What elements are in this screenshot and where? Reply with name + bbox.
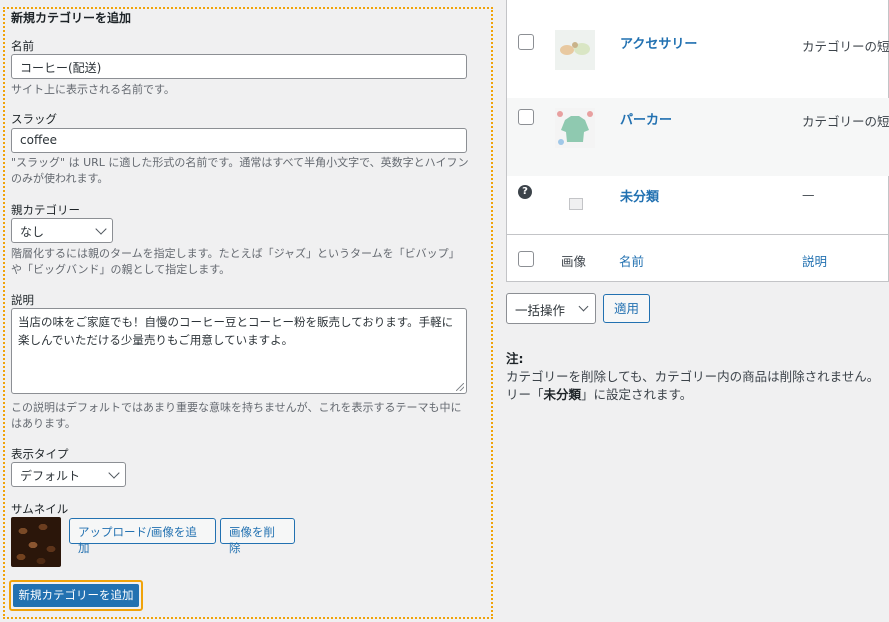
accessory-thumbnail [555,30,595,70]
parent-select-value: なし [20,225,45,239]
help-icon[interactable]: ? [518,185,532,199]
form-heading: 新規カテゴリーを追加 [11,11,132,25]
category-name-link[interactable]: 未分類 [620,186,659,205]
select-all-checkbox[interactable] [518,251,534,267]
category-description: カテゴリーの短 [802,114,889,129]
category-name-link[interactable]: パーカー [620,109,672,128]
display-type-value: デフォルト [20,469,81,483]
hoodie-thumbnail [555,108,595,148]
parent-select[interactable]: なし [11,218,113,243]
parent-label: 親カテゴリー [11,203,80,217]
name-input[interactable]: コーヒー(配送) [11,54,467,79]
table-row: パーカー カテゴリーの短 [507,98,889,176]
description-text: 当店の味をご家庭でも！自慢のコーヒー豆とコーヒー粉を販売しております。手軽に楽し… [18,315,454,347]
name-help: サイト上に表示される名前です。 [11,83,175,96]
display-type-label: 表示タイプ [11,447,69,461]
note-line-2-suffix: 」に設定されます。 [581,387,693,402]
table-footer: 画像 名前 説明 [507,234,889,282]
chevron-down-icon [95,223,107,235]
category-name-link[interactable]: アクセサリー [620,33,697,52]
description-textarea[interactable]: 当店の味をご家庭でも！自慢のコーヒー豆とコーヒー粉を販売しております。手軽に楽し… [11,308,467,394]
chevron-down-icon [578,301,589,312]
submit-highlight: 新規カテゴリーを追加 [9,580,143,611]
description-label: 説明 [11,293,34,307]
category-description: カテゴリーの短 [802,39,889,54]
column-image-header: 画像 [561,254,587,269]
column-name-header[interactable]: 名前 [619,251,644,270]
placeholder-image-icon [569,198,583,210]
note-line-2-prefix: リー「 [506,387,544,402]
remove-image-button[interactable]: 画像を削除 [220,518,295,555]
row-checkbox[interactable] [518,109,534,125]
column-description-header[interactable]: 説明 [802,251,827,270]
note-uncategorized: 未分類 [543,387,582,402]
add-category-button[interactable]: 新規カテゴリーを追加 [13,584,139,607]
category-description: — [802,187,815,202]
slug-help: "スラッグ" は URL に適した形式の名前です。通常はすべて半角小文字で、英数… [11,156,469,185]
bulk-action-select[interactable]: 一括操作 [506,293,596,324]
table-row: アクセサリー カテゴリーの短 [507,0,889,98]
name-label: 名前 [11,39,34,53]
display-type-select[interactable]: デフォルト [11,462,126,487]
resize-grip-icon[interactable] [456,383,464,391]
slug-input[interactable]: coffee [11,128,467,153]
thumbnail-label: サムネイル [11,502,69,516]
bulk-action-value: 一括操作 [515,303,566,318]
description-help: この説明はデフォルトではあまり重要な意味を持ちませんが、これを表示するテーマも中… [11,401,462,430]
table-row: ? 未分類 — [507,176,889,234]
deletion-note: 注: カテゴリーを削除しても、カテゴリー内の商品は削除されません。 リー「未分類… [506,350,889,404]
slug-label: スラッグ [11,112,57,126]
category-table: アクセサリー カテゴリーの短 パーカー カテゴリーの短 ? 未分類 — 画像 名… [506,0,889,282]
thumbnail-image [11,517,61,567]
parent-help: 階層化するには親のタームを指定します。たとえば「ジャズ」というタームを「ビバップ… [11,247,460,276]
chevron-down-icon [108,467,120,479]
apply-button[interactable]: 適用 [603,294,650,323]
note-line-1: カテゴリーを削除しても、カテゴリー内の商品は削除されません。 [506,369,880,384]
add-category-form: 新規カテゴリーを追加 名前 コーヒー(配送) サイト上に表示される名前です。 ス… [0,0,493,622]
row-checkbox[interactable] [518,34,534,50]
note-title: 注: [506,351,524,366]
upload-image-button[interactable]: アップロード/画像を追加 [69,518,216,555]
note-line-2: リー「未分類」に設定されます。 [506,386,889,404]
category-list-panel: アクセサリー カテゴリーの短 パーカー カテゴリーの短 ? 未分類 — 画像 名… [493,0,889,622]
